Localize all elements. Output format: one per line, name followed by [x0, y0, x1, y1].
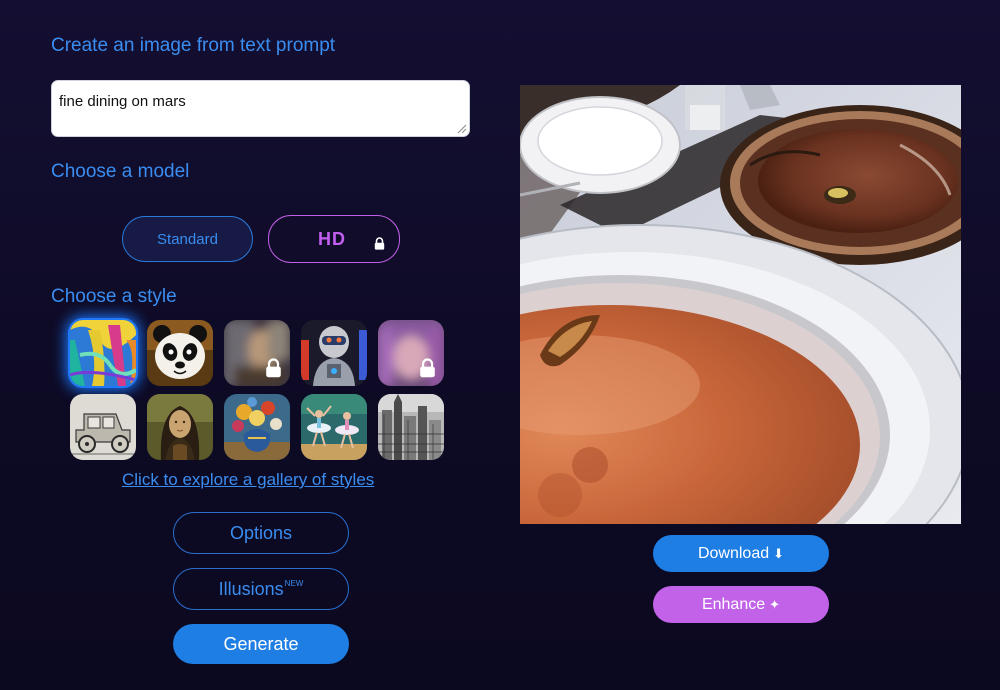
- download-button[interactable]: Download ⬇: [653, 535, 829, 572]
- model-standard-button[interactable]: Standard: [122, 216, 253, 262]
- generated-image-art: [520, 85, 961, 524]
- style-thumb-city-etching[interactable]: [378, 394, 444, 460]
- city-etching-image: [378, 394, 444, 460]
- illusions-label: Illusions: [218, 578, 284, 599]
- style-thumb-blurred-portrait[interactable]: [224, 320, 290, 386]
- robot-image: [301, 320, 367, 386]
- prompt-input[interactable]: [51, 80, 470, 137]
- gallery-styles-link[interactable]: Click to explore a gallery of styles: [122, 470, 374, 490]
- style-thumb-panda-cartoon[interactable]: [147, 320, 213, 386]
- enhance-button[interactable]: Enhance ✦: [653, 586, 829, 623]
- style-heading: Choose a style: [51, 286, 177, 307]
- options-button[interactable]: Options: [173, 512, 349, 554]
- generated-image: [520, 85, 961, 524]
- style-thumb-abstract-paint[interactable]: [70, 320, 136, 386]
- model-hd-label: HD: [318, 228, 346, 249]
- generate-button[interactable]: Generate: [173, 624, 349, 664]
- flower-still-life-image: [224, 394, 290, 460]
- resize-grip-icon[interactable]: [456, 123, 467, 134]
- model-hd-button[interactable]: HD: [268, 215, 400, 263]
- enhance-label: Enhance: [701, 595, 766, 613]
- sparkle-icon: ✦: [769, 596, 781, 612]
- ballet-dancers-image: [301, 394, 367, 460]
- vintage-car-sketch-image: [70, 394, 136, 460]
- style-thumb-renaissance-portrait[interactable]: [147, 394, 213, 460]
- new-badge: NEW: [284, 578, 304, 588]
- panda-cartoon-image: [147, 320, 213, 386]
- options-label: Options: [229, 522, 293, 543]
- style-thumb-ballet-dancers[interactable]: [301, 394, 367, 460]
- abstract-paint-image: [70, 320, 136, 386]
- style-thumb-vintage-car-sketch[interactable]: [70, 394, 136, 460]
- model-standard-label: Standard: [157, 230, 218, 248]
- style-thumb-blurred-face[interactable]: [378, 320, 444, 386]
- renaissance-portrait-image: [147, 394, 213, 460]
- style-thumb-robot[interactable]: [301, 320, 367, 386]
- page: Create an image from text prompt Choose …: [0, 0, 1000, 690]
- style-thumb-flower-still-life[interactable]: [224, 394, 290, 460]
- create-heading: Create an image from text prompt: [51, 35, 336, 56]
- download-icon: ⬇: [773, 545, 785, 561]
- lock-icon: [374, 237, 385, 250]
- lock-icon: [420, 358, 435, 378]
- model-heading: Choose a model: [51, 161, 190, 182]
- download-label: Download: [697, 544, 770, 562]
- illusions-button[interactable]: Illusions NEW: [173, 568, 349, 610]
- lock-icon: [266, 358, 281, 378]
- generate-label: Generate: [223, 633, 299, 654]
